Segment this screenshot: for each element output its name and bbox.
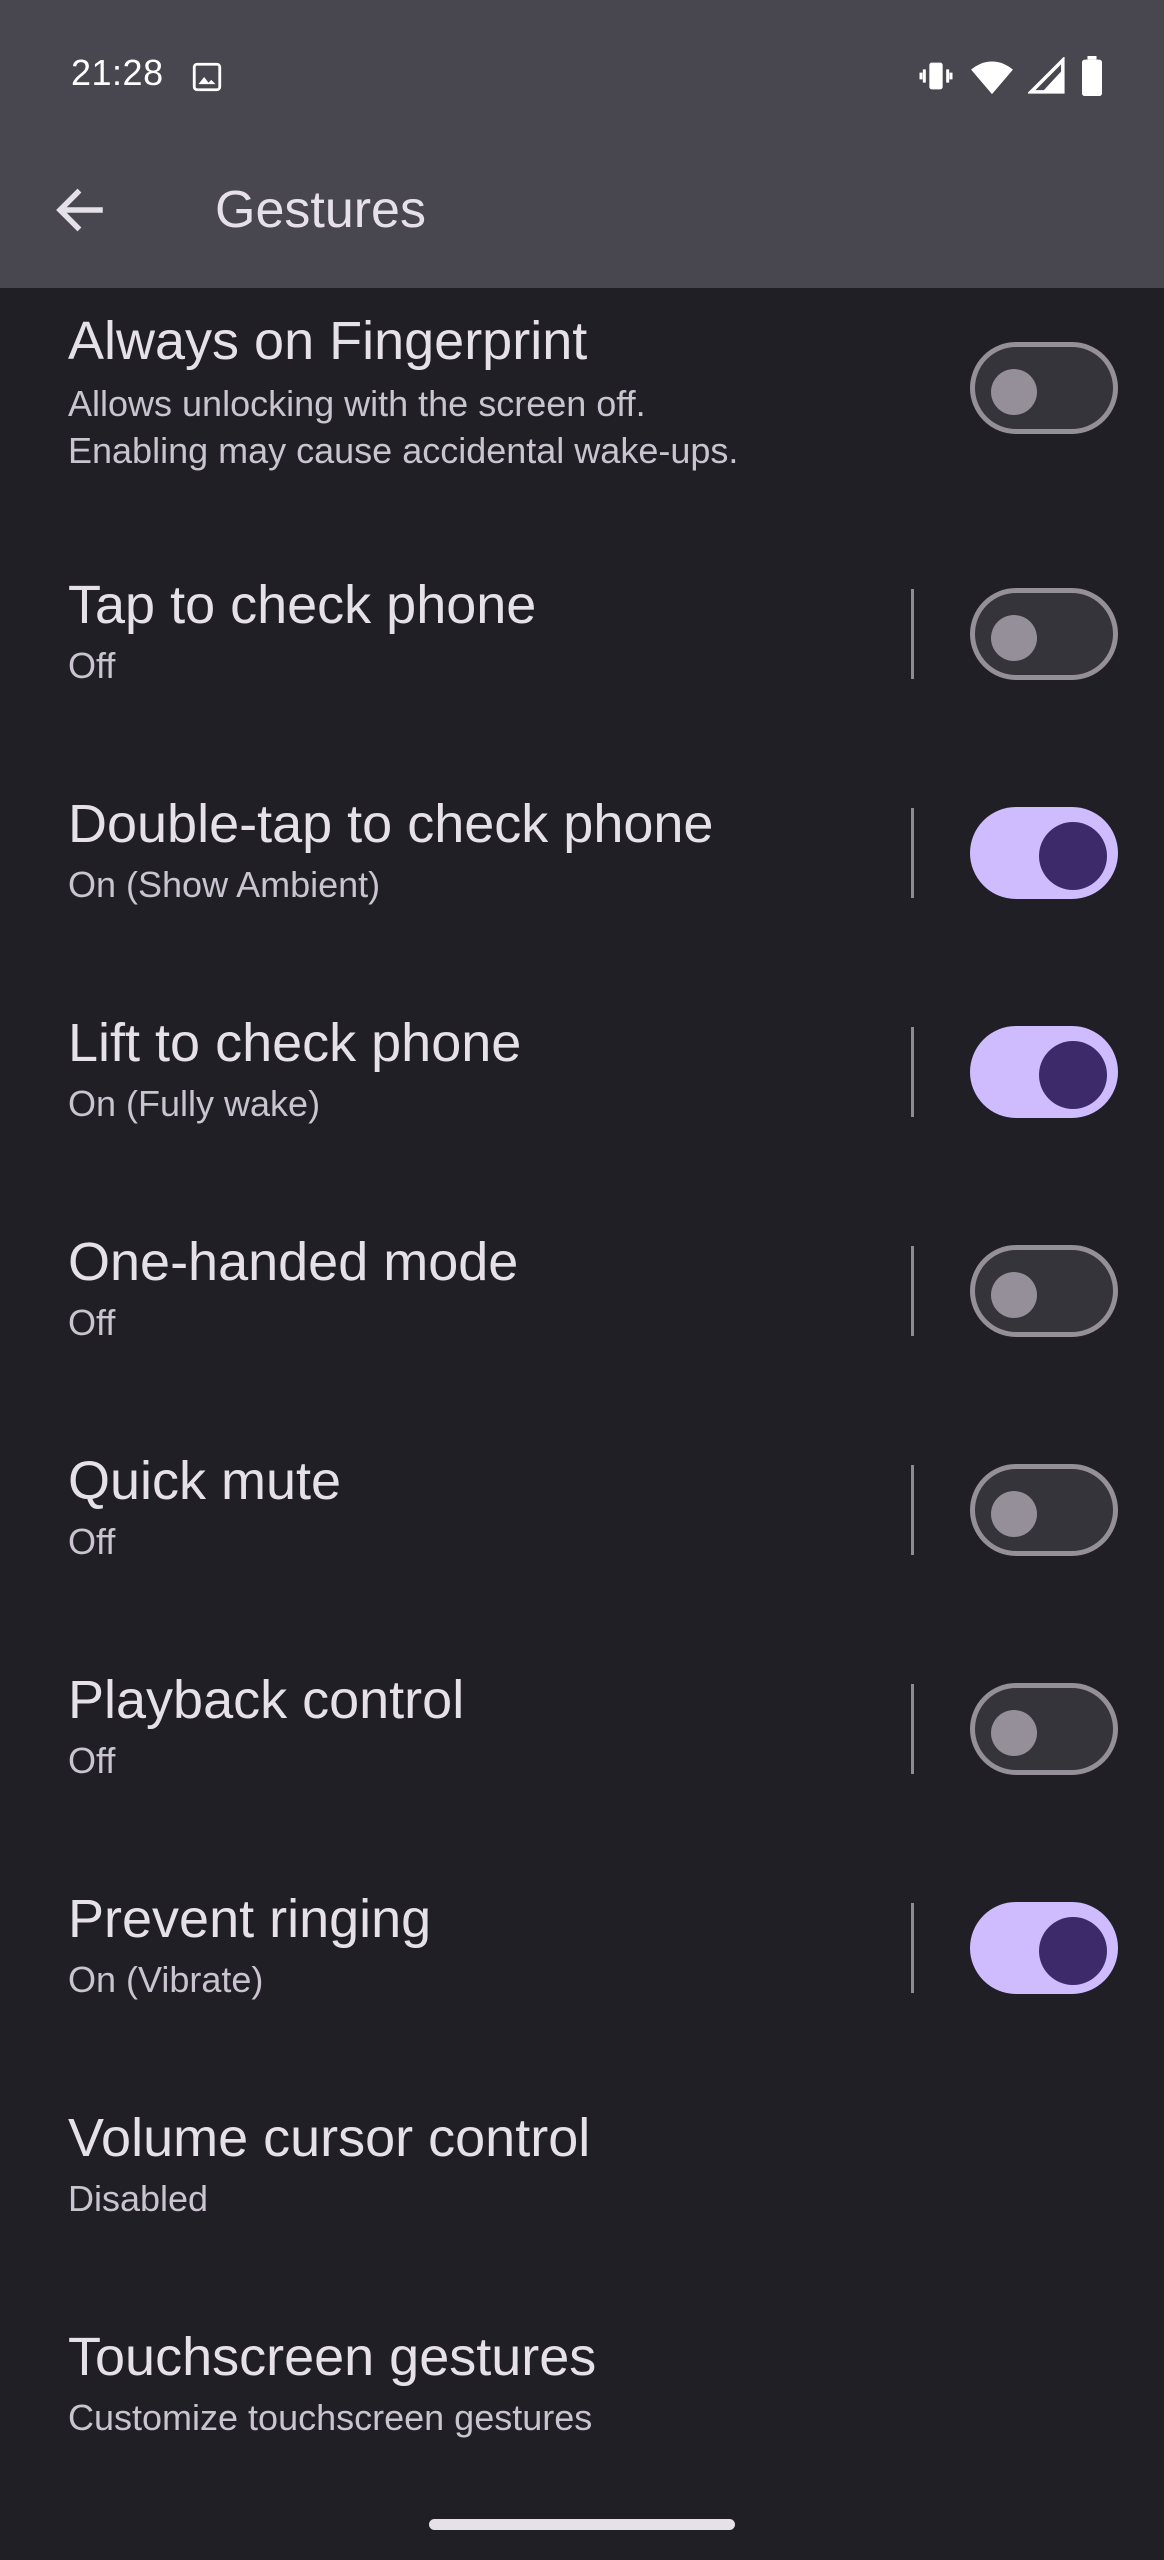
wifi-icon	[971, 61, 1013, 95]
toggle-switch[interactable]	[970, 807, 1118, 899]
setting-always-on-fingerprint[interactable]: Always on Fingerprint Allows unlocking w…	[0, 288, 1164, 528]
status-time: 21:28	[71, 52, 164, 93]
vibrate-icon	[919, 62, 953, 90]
divider	[911, 808, 914, 898]
setting-subtitle: Customize touchscreen gestures	[68, 2397, 593, 2438]
switch-thumb	[991, 615, 1037, 661]
setting-subtitle: On (Show Ambient)	[68, 864, 381, 905]
setting-title: Prevent ringing	[68, 1889, 432, 1949]
divider	[911, 1684, 914, 1774]
divider	[911, 589, 914, 679]
toggle-switch[interactable]	[970, 1026, 1118, 1118]
setting-touchscreen-gestures[interactable]: Touchscreen gestures Customize touchscre…	[0, 2280, 1164, 2499]
setting-title: Lift to check phone	[68, 1013, 522, 1073]
arrow-back-icon[interactable]	[50, 180, 110, 240]
setting-quick-mute[interactable]: Quick mute Off	[0, 1404, 1164, 1623]
gallery-icon	[192, 62, 222, 92]
toggle-switch[interactable]	[970, 1683, 1118, 1775]
setting-tap-to-check-phone[interactable]: Tap to check phone Off	[0, 528, 1164, 747]
switch-thumb	[991, 1710, 1037, 1756]
setting-subtitle: Off	[68, 1302, 116, 1343]
switch-thumb	[991, 1272, 1037, 1318]
signal-icon	[1028, 57, 1065, 94]
setting-subtitle: Off	[68, 1521, 116, 1562]
divider	[911, 1465, 914, 1555]
setting-lift-to-check-phone[interactable]: Lift to check phone On (Fully wake)	[0, 966, 1164, 1185]
setting-title: Double-tap to check phone	[68, 794, 714, 854]
toggle-switch[interactable]	[970, 1245, 1118, 1337]
divider	[911, 1903, 914, 1993]
app-bar: Gestures	[0, 132, 1164, 288]
setting-playback-control[interactable]: Playback control Off	[0, 1623, 1164, 1842]
setting-title: Touchscreen gestures	[68, 2327, 597, 2387]
divider	[911, 1246, 914, 1336]
setting-volume-cursor-control[interactable]: Volume cursor control Disabled	[0, 2061, 1164, 2280]
toggle-switch[interactable]	[970, 1464, 1118, 1556]
toggle-switch[interactable]	[970, 588, 1118, 680]
setting-title: Playback control	[68, 1670, 465, 1730]
switch-thumb	[1039, 1041, 1107, 1109]
setting-title: Tap to check phone	[68, 575, 537, 635]
navigation-handle[interactable]	[429, 2519, 735, 2530]
battery-icon	[1082, 56, 1102, 96]
setting-title: One-handed mode	[68, 1232, 519, 1292]
divider	[911, 1027, 914, 1117]
setting-one-handed-mode[interactable]: One-handed mode Off	[0, 1185, 1164, 1404]
switch-thumb	[991, 369, 1037, 415]
switch-thumb	[1039, 822, 1107, 890]
setting-subtitle: Allows unlocking with the screen off.	[68, 383, 646, 424]
setting-title: Always on Fingerprint	[68, 311, 588, 371]
status-bar: 21:28	[0, 0, 1164, 132]
toggle-switch[interactable]	[970, 342, 1118, 434]
status-icons	[916, 56, 1104, 96]
setting-subtitle: Off	[68, 645, 116, 686]
setting-subtitle: On (Fully wake)	[68, 1083, 321, 1124]
setting-subtitle: Enabling may cause accidental wake-ups.	[68, 430, 739, 471]
switch-thumb	[1039, 1917, 1107, 1985]
setting-subtitle: Disabled	[68, 2178, 209, 2219]
setting-title: Volume cursor control	[68, 2108, 591, 2168]
setting-double-tap-to-check-phone[interactable]: Double-tap to check phone On (Show Ambie…	[0, 747, 1164, 966]
setting-subtitle: Off	[68, 1740, 116, 1781]
toggle-switch[interactable]	[970, 1902, 1118, 1994]
setting-subtitle: On (Vibrate)	[68, 1959, 264, 2000]
switch-thumb	[991, 1491, 1037, 1537]
page-title: Gestures	[215, 181, 426, 239]
setting-title: Quick mute	[68, 1451, 342, 1511]
setting-prevent-ringing[interactable]: Prevent ringing On (Vibrate)	[0, 1842, 1164, 2061]
